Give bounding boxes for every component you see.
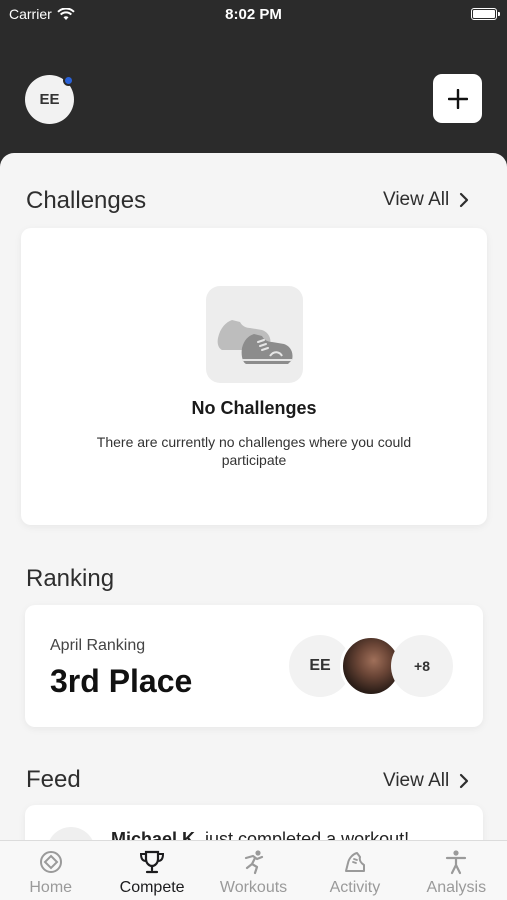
participant-initials: EE <box>309 657 331 674</box>
tab-label: Home <box>29 879 73 896</box>
challenges-title: Challenges <box>26 187 147 214</box>
view-all-label: View All <box>383 770 450 791</box>
trophy-icon <box>140 850 165 874</box>
notification-dot <box>63 75 74 86</box>
battery-icon <box>471 8 500 20</box>
feed-title: Feed <box>26 766 81 793</box>
tab-home[interactable]: Home <box>0 841 101 900</box>
ranking-title: Ranking <box>26 565 115 592</box>
challenges-card: No Challenges There are currently no cha… <box>21 228 487 525</box>
tab-label: Compete <box>119 879 185 896</box>
activity-icon <box>344 852 365 872</box>
tab-label: Analysis <box>426 879 487 896</box>
chevron-right-icon <box>460 192 469 208</box>
tab-activity[interactable]: Activity <box>304 841 405 900</box>
header-background: Carrier 8:02 PM EE <box>0 0 507 172</box>
status-time: 8:02 PM <box>225 6 282 23</box>
more-participants-badge: +8 <box>391 635 453 697</box>
status-bar: Carrier 8:02 PM <box>0 0 507 28</box>
empty-title: No Challenges <box>191 398 317 418</box>
home-icon <box>39 851 62 873</box>
profile-avatar[interactable]: EE <box>25 75 74 124</box>
view-all-label: View All <box>383 189 450 210</box>
workouts-icon <box>244 850 263 875</box>
empty-description: There are currently no challenges where … <box>96 434 412 468</box>
analysis-icon <box>446 850 467 875</box>
challenges-view-all[interactable]: View All <box>383 189 469 211</box>
tab-workouts[interactable]: Workouts <box>203 841 304 900</box>
more-count: +8 <box>414 658 430 674</box>
ranking-card[interactable]: April Ranking 3rd Place EE +8 <box>25 605 483 727</box>
feed-view-all[interactable]: View All <box>383 770 469 792</box>
ranking-label: April Ranking <box>50 637 146 654</box>
content-sheet: Challenges View All No Challenges There … <box>0 153 507 843</box>
tab-compete[interactable]: Compete <box>101 841 202 900</box>
ranking-value: 3rd Place <box>50 663 193 699</box>
add-button[interactable] <box>433 74 482 123</box>
tab-bar: Home Compete Workouts Activity Analysis <box>0 840 507 900</box>
tab-analysis[interactable]: Analysis <box>406 841 507 900</box>
avatar-initials: EE <box>39 91 60 108</box>
plus-icon <box>447 88 468 109</box>
chevron-right-icon <box>460 773 469 789</box>
feed-item[interactable]: Michael K. just completed a workout! <box>25 805 483 843</box>
tab-label: Activity <box>329 879 381 896</box>
sneakers-icon <box>206 286 303 383</box>
tab-label: Workouts <box>219 879 288 896</box>
